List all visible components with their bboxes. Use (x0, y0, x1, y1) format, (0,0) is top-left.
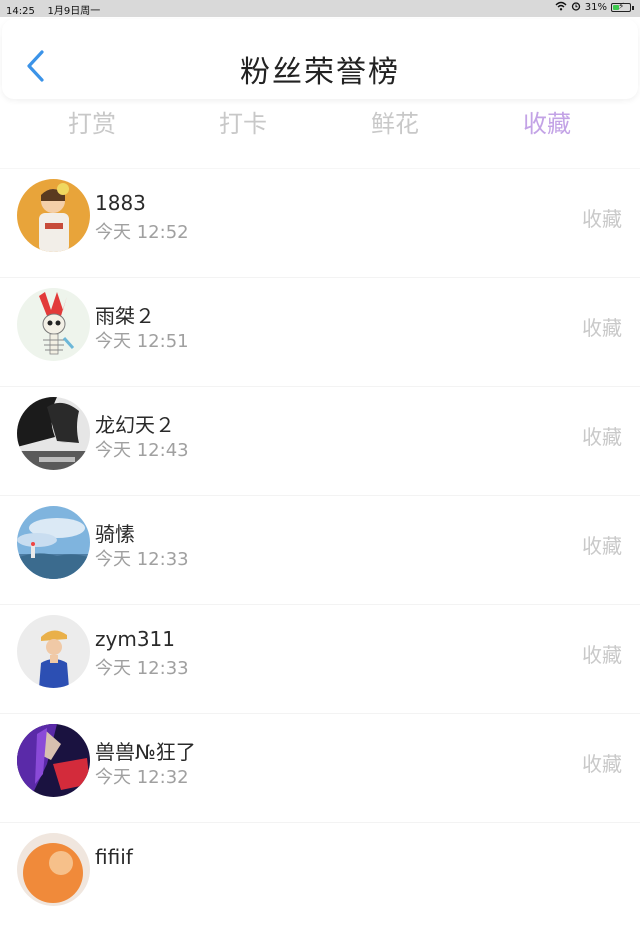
tab-flowers[interactable]: 鲜花 (335, 104, 455, 139)
alarm-icon (571, 1, 581, 14)
status-right: 31% ⚡ (555, 1, 634, 14)
fan-name: fifiif (95, 845, 133, 869)
avatar-image (17, 506, 90, 579)
favorite-label: 收藏 (582, 425, 622, 449)
nav-header: 粉丝荣誉榜 (2, 19, 638, 99)
avatar-image (17, 615, 90, 688)
fan-time: 今天 12:51 (95, 331, 189, 352)
fan-name: 龙幻天２ (95, 413, 175, 437)
list-item[interactable]: 骑愫 今天 12:33 收藏 (0, 495, 640, 604)
page-title: 粉丝荣誉榜 (240, 55, 400, 90)
wifi-icon (555, 1, 567, 14)
avatar[interactable] (17, 288, 90, 361)
tab-favorite[interactable]: 收藏 (487, 104, 607, 139)
fan-time: 今天 12:52 (95, 222, 189, 243)
avatar[interactable] (17, 179, 90, 252)
favorite-label: 收藏 (582, 752, 622, 776)
charging-icon: ⚡ (618, 2, 625, 12)
tab-bar: 打赏 打卡 鲜花 收藏 (0, 104, 640, 144)
avatar[interactable] (17, 615, 90, 688)
fan-time: 今天 12:33 (95, 658, 189, 679)
battery-cap (632, 5, 634, 10)
list-item[interactable]: zym311 今天 12:33 收藏 (0, 604, 640, 713)
fan-time: 今天 12:33 (95, 549, 189, 570)
fan-time: 今天 12:32 (95, 767, 189, 788)
favorite-label: 收藏 (582, 534, 622, 558)
status-time: 14:25 (6, 6, 35, 17)
avatar[interactable] (17, 506, 90, 579)
list-item[interactable]: 龙幻天２ 今天 12:43 收藏 (0, 386, 640, 495)
battery-icon: ⚡ (611, 2, 631, 12)
avatar[interactable] (17, 397, 90, 470)
avatar-image (17, 833, 90, 906)
battery-percent: 31% (584, 2, 607, 13)
fan-list: 1883 今天 12:52 收藏 雨桀２ 今天 12:51 收藏 龙幻天２ 今天… (0, 168, 640, 931)
favorite-label: 收藏 (582, 316, 622, 340)
avatar-image (17, 288, 90, 361)
avatar[interactable] (17, 833, 90, 906)
avatar-image (17, 724, 90, 797)
list-item[interactable]: 兽兽№狂了 今天 12:32 收藏 (0, 713, 640, 822)
fan-name: 骑愫 (95, 522, 135, 546)
list-item[interactable]: fifiif (0, 822, 640, 931)
tab-tip[interactable]: 打赏 (32, 104, 152, 139)
favorite-label: 收藏 (582, 643, 622, 667)
favorite-label: 收藏 (582, 207, 622, 231)
avatar-image (17, 397, 90, 470)
tab-checkin[interactable]: 打卡 (183, 104, 303, 139)
fan-name: zym311 (95, 627, 175, 651)
status-bar: 14:25 1月9日周一 31% ⚡ (0, 0, 640, 17)
avatar-image (17, 179, 90, 252)
fan-name: 兽兽№狂了 (95, 740, 196, 764)
fan-name: 1883 (95, 191, 146, 215)
list-item[interactable]: 1883 今天 12:52 收藏 (0, 168, 640, 277)
status-left: 14:25 1月9日周一 (6, 2, 100, 17)
fan-name: 雨桀２ (95, 304, 155, 328)
list-item[interactable]: 雨桀２ 今天 12:51 收藏 (0, 277, 640, 386)
status-date: 1月9日周一 (47, 6, 101, 17)
avatar[interactable] (17, 724, 90, 797)
fan-time: 今天 12:43 (95, 440, 189, 461)
